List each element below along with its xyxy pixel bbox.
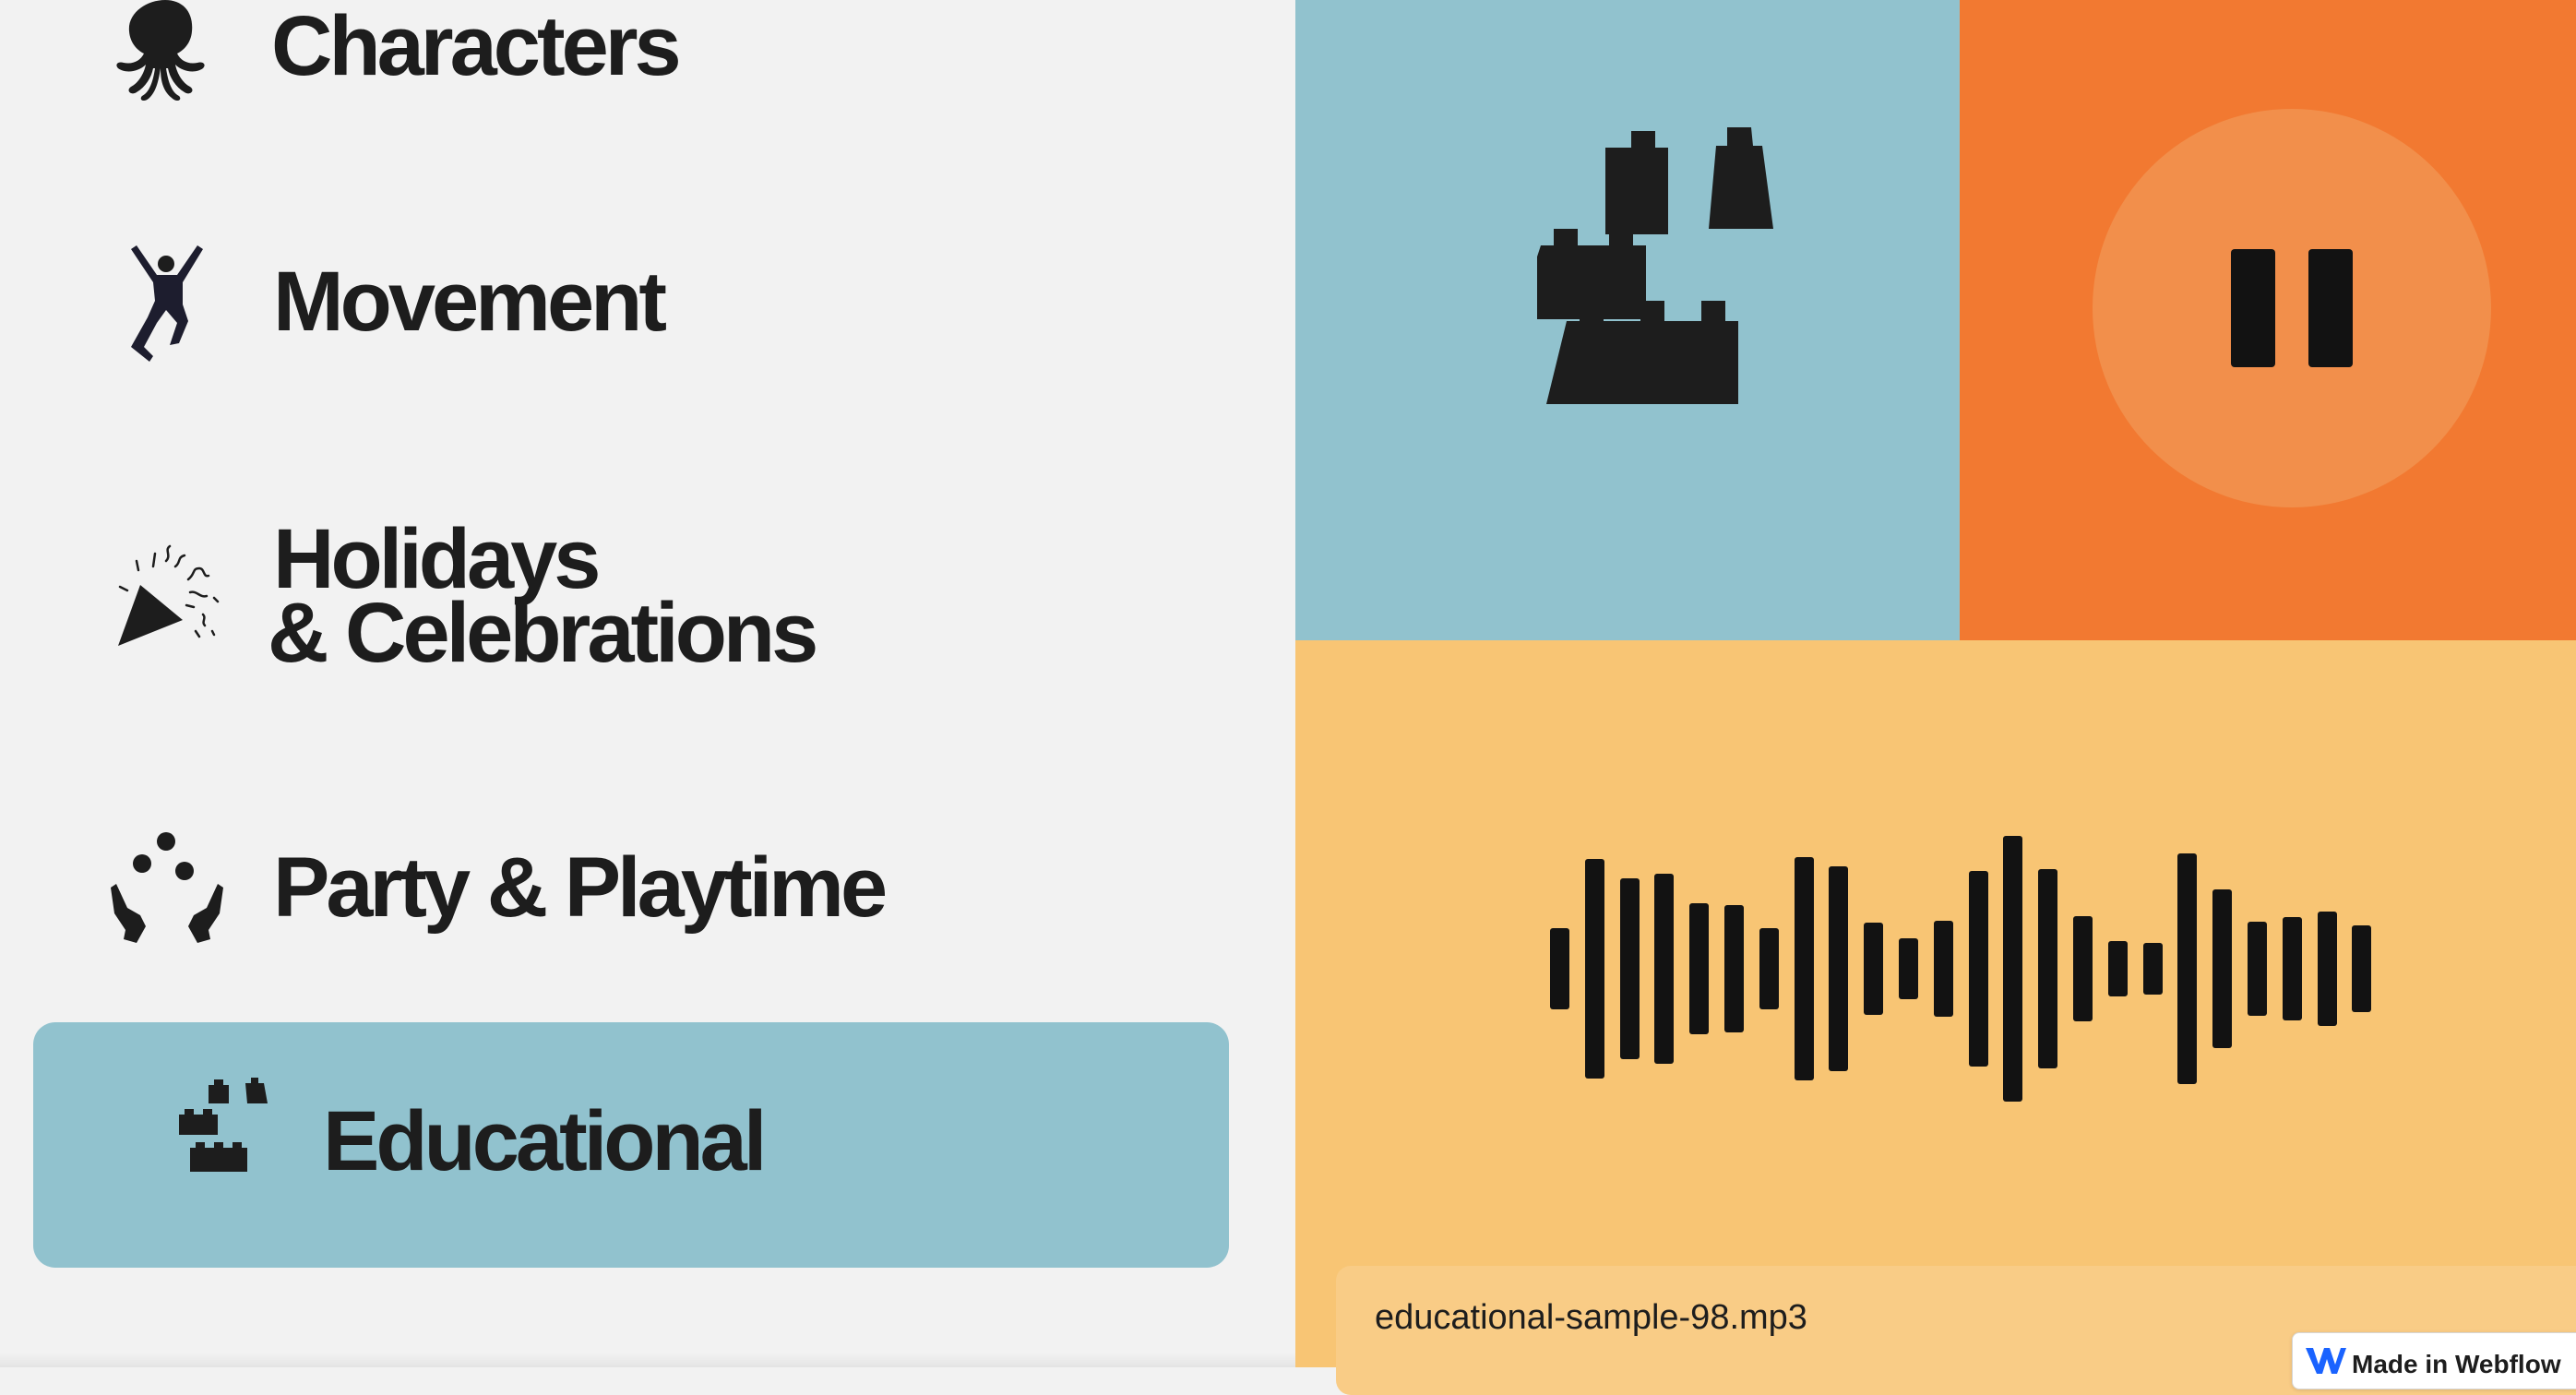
category-label-line1: Holidays	[273, 512, 601, 606]
waveform-bar	[2003, 836, 2023, 1102]
pause-icon	[2231, 249, 2275, 367]
waveform-bar	[2317, 912, 2337, 1026]
waveform-icon	[1550, 830, 2380, 1107]
waveform-bar	[2073, 916, 2093, 1021]
waveform-bar	[2038, 869, 2058, 1068]
waveform-bar	[1968, 871, 1988, 1067]
category-artwork-tile	[1295, 0, 1960, 640]
juggling-hands-icon	[111, 832, 223, 943]
badge-text: Made in Webflow	[2352, 1350, 2561, 1378]
category-label: Movement	[273, 255, 667, 349]
webflow-logo-icon	[2306, 1348, 2346, 1374]
waveform-bar	[1759, 928, 1779, 1009]
waveform-bar	[1654, 874, 1675, 1064]
waveform-bar	[1899, 938, 1918, 999]
made-in-webflow-badge[interactable]: Made in Webflow	[2292, 1332, 2576, 1389]
category-label-line2: & Celebrations	[268, 586, 818, 680]
category-label: Characters	[271, 0, 682, 93]
waveform-bar	[2142, 943, 2163, 995]
octopus-icon	[116, 0, 205, 101]
building-blocks-icon	[179, 1078, 268, 1172]
waveform-bar	[1550, 928, 1569, 1009]
party-popper-icon	[118, 544, 220, 646]
pause-button[interactable]	[2093, 109, 2491, 507]
waveform-bar	[1619, 878, 1640, 1059]
jumping-person-icon	[131, 245, 203, 362]
waveform-bar	[1689, 903, 1710, 1034]
waveform-bar	[2107, 941, 2128, 996]
category-label: Educational	[323, 1094, 767, 1188]
waveform-bar	[1584, 859, 1604, 1079]
waveform-bar	[1724, 905, 1744, 1032]
waveform-bar	[2352, 925, 2372, 1012]
waveform-bar	[1829, 866, 1849, 1071]
category-list: Characters Movement Holidays & Celebrati…	[0, 0, 1295, 1367]
waveform-bar	[1933, 921, 1953, 1017]
waveform-bar	[2248, 922, 2267, 1016]
building-blocks-icon	[1537, 127, 1773, 404]
waveform-bar	[2177, 853, 2198, 1084]
waveform-bar	[1794, 857, 1814, 1080]
waveform-bar	[1864, 923, 1884, 1015]
waveform-bar	[2282, 917, 2302, 1020]
list-fade	[0, 1353, 1295, 1367]
pause-icon	[2308, 249, 2353, 367]
waveform-bar	[2212, 889, 2233, 1048]
file-name: educational-sample-98.mp3	[1375, 1298, 1807, 1337]
category-label: Party & Playtime	[273, 841, 888, 935]
